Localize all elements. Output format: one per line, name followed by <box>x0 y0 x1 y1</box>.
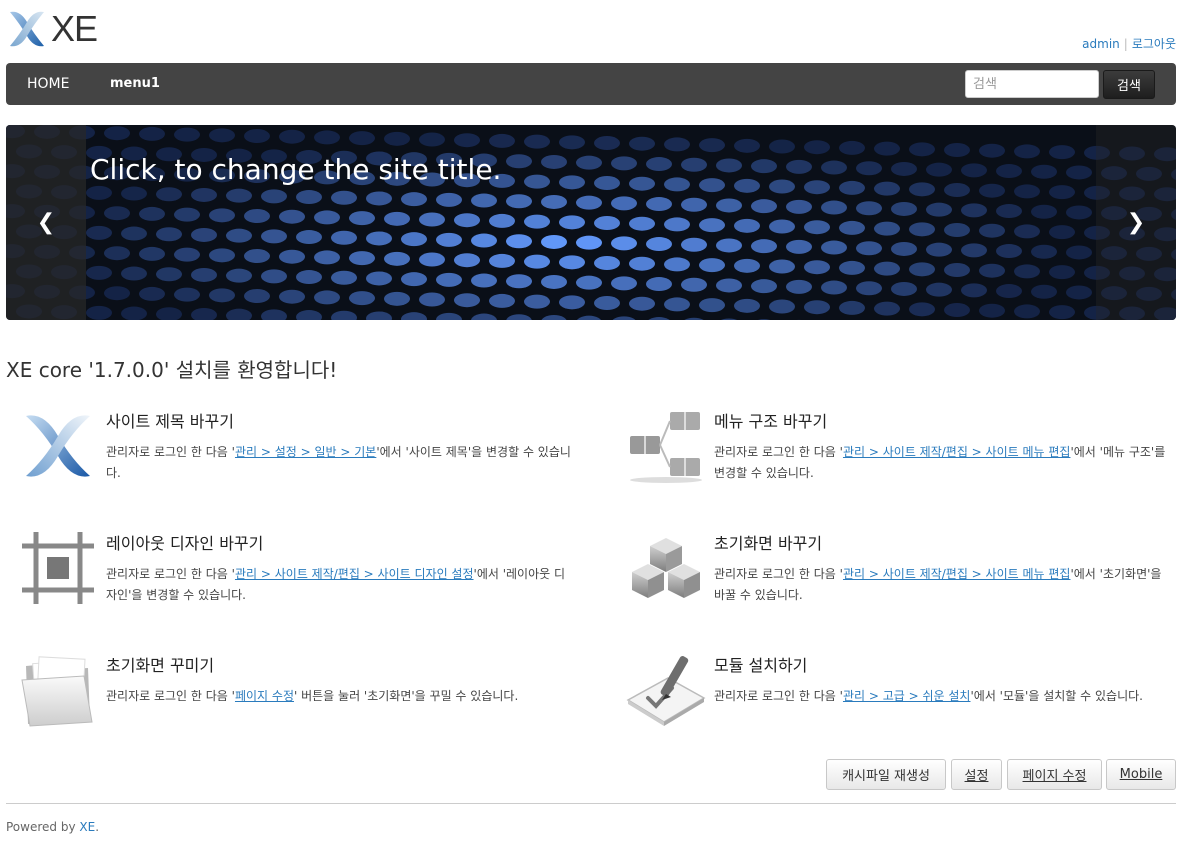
admin-path-link[interactable]: 관리 > 사이트 제작/편집 > 사이트 디자인 설정 <box>235 567 474 581</box>
main-navbar: HOME menu1 검색 <box>6 63 1176 105</box>
mobile-button[interactable]: Mobile <box>1106 759 1176 790</box>
desc-text: ' 버튼을 눌러 '초기화면'을 꾸밀 수 있습니다. <box>293 689 519 703</box>
admin-path-link[interactable]: 관리 > 설정 > 일반 > 기본 <box>235 445 376 459</box>
hero-banner: Click, to change the site title. ❮ ❯ <box>6 125 1176 320</box>
admin-link[interactable]: admin <box>1082 37 1120 51</box>
feature-desc: 관리자로 로그인 한 다음 '관리 > 사이트 제작/편집 > 사이트 메뉴 편… <box>714 442 1176 484</box>
page-edit-link[interactable]: 페이지 수정 <box>235 689 294 703</box>
module-install-icon <box>626 656 706 726</box>
chevron-left-icon: ❮ <box>36 210 56 235</box>
admin-path-link[interactable]: 관리 > 고급 > 쉬운 설치 <box>843 689 971 703</box>
nav-item-menu1[interactable]: menu1 <box>110 63 160 105</box>
desc-text: 관리자로 로그인 한 다음 ' <box>106 567 235 581</box>
desc-text: '에서 '모듈'을 설치할 수 있습니다. <box>970 689 1143 703</box>
page-edit-button[interactable]: 페이지 수정 <box>1007 759 1102 790</box>
xe-logo-icon <box>10 11 44 47</box>
footer-divider <box>6 803 1176 804</box>
search-button[interactable]: 검색 <box>1103 70 1155 99</box>
xe-link[interactable]: XE <box>79 820 95 834</box>
logout-link[interactable]: 로그아웃 <box>1132 37 1176 51</box>
banner-prev-button[interactable]: ❮ <box>6 125 86 320</box>
feature-title: 초기화면 꾸미기 <box>106 656 215 675</box>
menu-structure-icon <box>630 412 702 483</box>
folder-icon <box>21 656 93 727</box>
xe-logo-icon <box>26 415 90 477</box>
feature-title: 초기화면 바꾸기 <box>714 534 823 553</box>
separator: | <box>1123 37 1128 51</box>
feature-desc: 관리자로 로그인 한 다음 '관리 > 고급 > 쉬운 설치'에서 '모듈'을 … <box>714 686 1181 707</box>
footer-text: Powered by <box>6 820 80 834</box>
account-links: admin | 로그아웃 <box>1082 35 1176 52</box>
feature-title: 사이트 제목 바꾸기 <box>106 412 234 431</box>
settings-button[interactable]: 설정 <box>951 759 1002 790</box>
welcome-heading: XE core '1.7.0.0' 설치를 환영합니다! <box>6 358 338 382</box>
feature-desc: 관리자로 로그인 한 다음 '페이지 수정' 버튼을 눌러 '초기화면'을 꾸밀… <box>106 686 586 707</box>
desc-text: 관리자로 로그인 한 다음 ' <box>106 689 235 703</box>
desc-text: 관리자로 로그인 한 다음 ' <box>714 445 843 459</box>
logo-text: XE <box>51 8 98 49</box>
feature-title: 레이아웃 디자인 바꾸기 <box>106 534 264 553</box>
feature-desc: 관리자로 로그인 한 다음 '관리 > 사이트 제작/편집 > 사이트 메뉴 편… <box>714 564 1176 606</box>
admin-path-link[interactable]: 관리 > 사이트 제작/편집 > 사이트 메뉴 편집 <box>843 567 1071 581</box>
admin-path-link[interactable]: 관리 > 사이트 제작/편집 > 사이트 메뉴 편집 <box>843 445 1071 459</box>
feature-title: 메뉴 구조 바꾸기 <box>714 412 828 431</box>
banner-title[interactable]: Click, to change the site title. <box>90 153 501 186</box>
search-input[interactable] <box>965 70 1099 98</box>
desc-text: 관리자로 로그인 한 다음 ' <box>714 567 843 581</box>
site-logo[interactable]: XE <box>6 8 98 50</box>
feature-desc: 관리자로 로그인 한 다음 '관리 > 사이트 제작/편집 > 사이트 디자인 … <box>106 564 574 606</box>
footer-end: . <box>95 820 100 834</box>
footer: Powered by XE. <box>6 820 99 834</box>
chevron-right-icon: ❯ <box>1126 210 1146 235</box>
nav-item-home[interactable]: HOME <box>27 63 69 105</box>
feature-title: 모듈 설치하기 <box>714 656 808 675</box>
layout-design-icon <box>22 532 94 604</box>
cubes-icon <box>632 538 700 598</box>
regenerate-cache-button[interactable]: 캐시파일 재생성 <box>826 759 946 790</box>
banner-next-button[interactable]: ❯ <box>1096 125 1176 320</box>
desc-text: 관리자로 로그인 한 다음 ' <box>106 445 235 459</box>
feature-desc: 관리자로 로그인 한 다음 '관리 > 설정 > 일반 > 기본'에서 '사이트… <box>106 442 574 484</box>
desc-text: 관리자로 로그인 한 다음 ' <box>714 689 843 703</box>
